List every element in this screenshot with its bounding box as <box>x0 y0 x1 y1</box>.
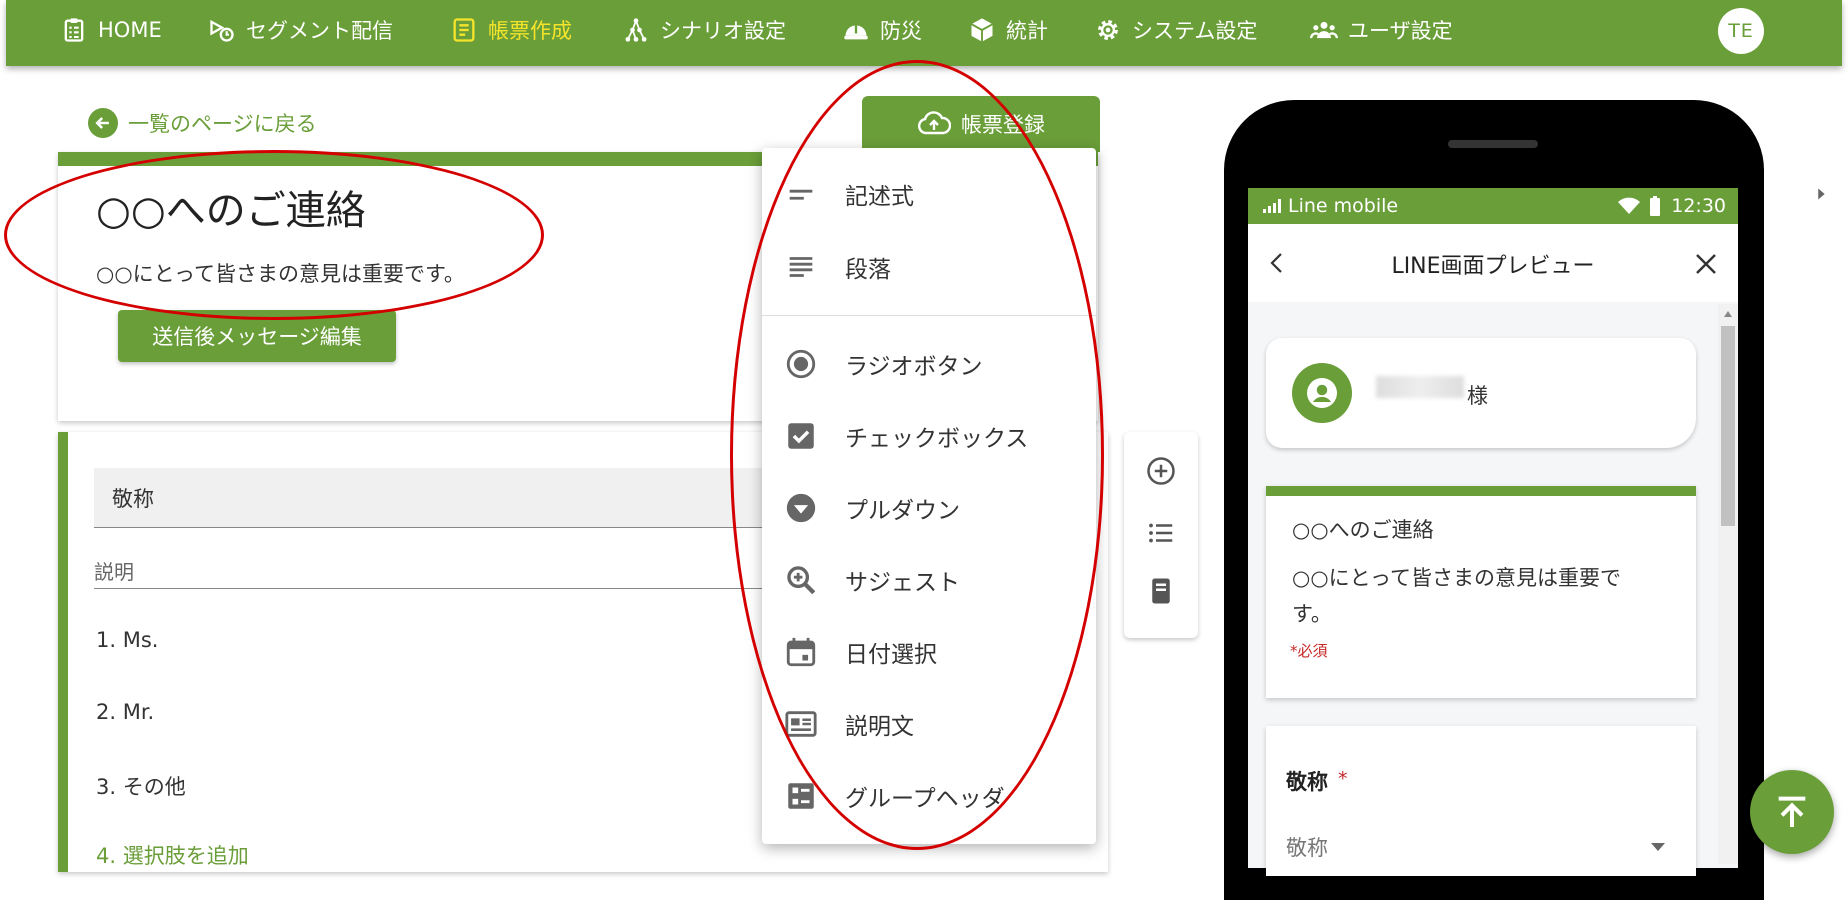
preview-scrollbar-thumb[interactable] <box>1721 326 1735 526</box>
segment-send-icon <box>210 19 234 42</box>
scenario-icon <box>625 18 647 42</box>
preview-title: LINE画面プレビュー <box>1391 254 1595 279</box>
clipboard-icon <box>64 18 84 42</box>
list-icon[interactable] <box>1146 518 1176 548</box>
helmet-icon <box>844 25 868 40</box>
preview-required-note: *必須 <box>1290 642 1328 660</box>
nav-segment-send[interactable]: セグメント配信 <box>208 0 393 60</box>
option-item[interactable]: 2. Mr. <box>96 700 154 724</box>
gear-icon <box>1098 20 1118 40</box>
nav-user-settings-label: ユーザ設定 <box>1348 19 1453 43</box>
page-icon[interactable] <box>1146 576 1176 606</box>
preview-question-label: 敬称 <box>1286 770 1328 794</box>
add-option-link[interactable]: 4. 選択肢を追加 <box>96 840 249 870</box>
phone-speaker <box>1448 140 1538 148</box>
nav-statistics[interactable]: 統計 <box>968 0 1048 60</box>
nav-scenario-label: シナリオ設定 <box>660 19 786 43</box>
back-link-label: 一覧のページに戻る <box>128 112 317 136</box>
arrow-up-icon <box>1778 796 1806 827</box>
arrow-left-icon <box>88 108 118 138</box>
preview-header: LINE画面プレビュー <box>1248 224 1738 302</box>
wifi-icon <box>1618 197 1641 214</box>
nav-system-settings-label: システム設定 <box>1132 19 1258 43</box>
required-mark: * <box>1338 768 1348 790</box>
blurred-user-name <box>1376 376 1464 398</box>
carrier-name: Line mobile <box>1288 195 1399 217</box>
nav-system-settings[interactable]: システム設定 <box>1094 0 1257 60</box>
question-title-input[interactable]: 敬称 <box>94 468 784 528</box>
phone-status-bar: Line mobile 12:30 <box>1248 188 1738 224</box>
scroll-up-arrow-icon[interactable] <box>1722 309 1734 319</box>
users-icon <box>1310 21 1338 39</box>
option-item[interactable]: 3. その他 <box>96 771 186 801</box>
cube-icon <box>971 18 993 42</box>
preview-form-title: ○○へのご連絡 <box>1292 518 1434 542</box>
nav-home-label: HOME <box>98 18 162 42</box>
chevron-down-icon[interactable] <box>1650 842 1666 852</box>
user-avatar[interactable]: TE <box>1718 8 1764 54</box>
nav-segment-send-label: セグメント配信 <box>246 19 393 43</box>
question-description-field[interactable]: 説明 <box>94 556 784 589</box>
nav-disaster[interactable]: 防災 <box>842 0 922 60</box>
preview-form-description: ○○にとって皆さまの意見は重要です。 <box>1292 566 1621 626</box>
annotation-ellipse-title <box>4 150 544 320</box>
nav-scenario[interactable]: シナリオ設定 <box>622 0 786 60</box>
battery-icon <box>1650 196 1661 216</box>
signal-icon <box>1263 199 1281 213</box>
option-item[interactable]: 1. Ms. <box>96 628 158 652</box>
nav-statistics-label: 統計 <box>1006 19 1048 43</box>
user-honorific: 様 <box>1467 384 1488 408</box>
back-to-list-link[interactable]: 一覧のページに戻る <box>88 108 317 138</box>
form-icon <box>453 18 475 42</box>
nav-home[interactable]: HOME <box>60 0 162 60</box>
nav-form-create-label: 帳票作成 <box>488 19 572 43</box>
account-circle-icon <box>1292 363 1352 423</box>
submenu-arrow-icon <box>1818 188 1825 200</box>
annotation-ellipse-menu <box>730 60 1104 850</box>
scroll-to-top-button[interactable] <box>1750 770 1834 854</box>
preview-select[interactable]: 敬称 <box>1286 832 1328 862</box>
preview-question-card <box>1266 726 1696 876</box>
nav-user-settings[interactable]: ユーザ設定 <box>1310 0 1453 60</box>
status-time: 12:30 <box>1671 195 1726 217</box>
nav-disaster-label: 防災 <box>880 19 922 43</box>
nav-form-create[interactable]: 帳票作成 <box>450 0 572 60</box>
add-circle-icon[interactable] <box>1146 456 1176 486</box>
close-icon[interactable] <box>1694 252 1718 276</box>
